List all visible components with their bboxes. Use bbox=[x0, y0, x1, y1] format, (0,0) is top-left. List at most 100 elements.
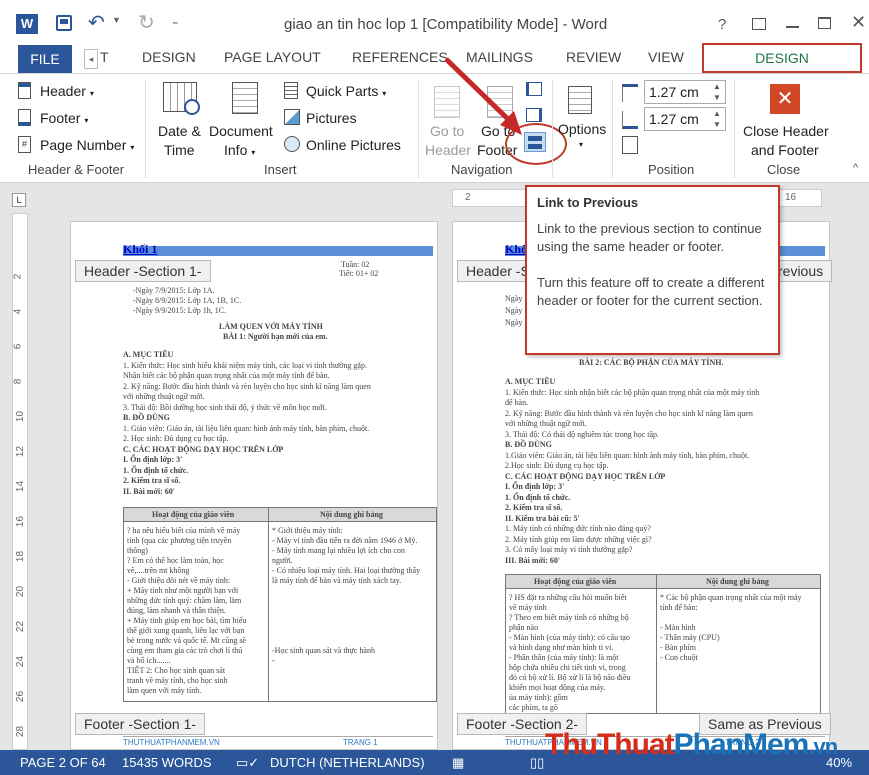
text-line: thế giới xung quanh, liên lạc với bạn bbox=[127, 626, 245, 635]
footer-position-icon bbox=[622, 111, 638, 129]
ruler-label: 2 bbox=[465, 192, 471, 203]
lesson-title: LÀM QUEN VỚI MÁY TÍNH bbox=[219, 322, 323, 331]
online-pictures-button[interactable]: Online Pictures bbox=[306, 137, 401, 153]
site-watermark: ThuThuatPhanMem.vn bbox=[545, 728, 838, 761]
text-line: B. ĐỒ DÙNG bbox=[505, 440, 552, 449]
text-line: 3. Thái độ: Có thái độ nghiêm túc trong … bbox=[505, 429, 660, 439]
text-line: TIẾT 2: Cho học sinh quan sát bbox=[127, 666, 226, 675]
tab-references[interactable]: REFERENCES bbox=[352, 49, 448, 65]
date-time-label-2[interactable]: Time bbox=[164, 142, 195, 158]
header-blue-bar bbox=[123, 246, 433, 256]
undo-dropdown-icon[interactable]: ▼ bbox=[112, 15, 121, 25]
close-icon[interactable]: ✕ bbox=[851, 12, 866, 33]
macro-icon[interactable]: ▦ bbox=[452, 755, 464, 771]
text-line: Ngày bbox=[505, 318, 523, 327]
group-separator bbox=[612, 80, 613, 178]
text-line: + Máy tính như một người bạn với bbox=[127, 586, 239, 595]
text-line: các phím, ta gõ bbox=[509, 703, 558, 712]
text-line: B. ĐỒ DÙNG bbox=[123, 413, 170, 422]
tab-page-layout[interactable]: PAGE LAYOUT bbox=[224, 49, 321, 65]
text-line: người. bbox=[272, 556, 293, 565]
tooltip-description: Link to the previous section to continue… bbox=[537, 221, 762, 254]
options-dropdown-icon[interactable]: ▾ bbox=[579, 140, 583, 149]
text-line: cùng em tham gia các trò chơi lí thú bbox=[127, 646, 243, 655]
minimize-icon[interactable] bbox=[786, 26, 799, 28]
footer-right-text: TRANG 1 bbox=[343, 738, 378, 747]
document-info-label-2[interactable]: Info ▾ bbox=[224, 142, 255, 158]
ruler-corner: L bbox=[12, 193, 26, 207]
maximize-icon[interactable] bbox=[818, 17, 831, 29]
word-count[interactable]: 15435 WORDS bbox=[122, 755, 212, 770]
text-line: đó có bộ xử lí. Bộ xử lí là bộ não điều bbox=[509, 673, 631, 682]
text-line: và bổ ích....... bbox=[127, 656, 171, 665]
period-text: Tiết: 01+ 02 bbox=[339, 269, 379, 278]
text-line: II. Bài mới: 60' bbox=[123, 486, 175, 496]
text-line: - Máy tính mang lại nhiều lợi ích cho co… bbox=[272, 546, 405, 555]
help-button[interactable]: ? bbox=[718, 16, 726, 33]
close-header-footer-label-2[interactable]: and Footer bbox=[751, 142, 819, 158]
proofing-icon[interactable]: ▭✓ bbox=[236, 755, 259, 771]
page-number-button[interactable]: Page Number ▾ bbox=[40, 137, 134, 153]
text-line: 3. Có mấy loại máy vi tính thường gặp? bbox=[505, 545, 633, 554]
text-line: hộp chứa nhiều chi tiết tinh vi, trong bbox=[509, 663, 626, 672]
ribbon: Header ▾ Footer ▾ # Page Number ▾ Header… bbox=[0, 73, 869, 183]
tab-partial[interactable]: T bbox=[100, 49, 109, 65]
text-line: * Giới thiệu máy tính: bbox=[272, 526, 343, 535]
insert-alignment-tab-icon[interactable] bbox=[622, 136, 638, 154]
ruler-label: 8 bbox=[12, 378, 24, 385]
close-header-footer-label-1[interactable]: Close Header bbox=[743, 123, 829, 139]
tab-review[interactable]: REVIEW bbox=[566, 49, 621, 65]
pictures-button[interactable]: Pictures bbox=[306, 110, 357, 126]
close-header-footer-icon[interactable]: ✕ bbox=[770, 84, 800, 114]
group-label-navigation: Navigation bbox=[451, 162, 513, 177]
collapse-ribbon-icon[interactable]: ^ bbox=[853, 162, 858, 174]
undo-icon[interactable]: ↶ bbox=[88, 10, 105, 35]
text-line: 2. Kiểm tra sĩ số. bbox=[505, 503, 563, 512]
ruler-label: 22 bbox=[15, 620, 27, 633]
save-icon[interactable] bbox=[56, 15, 72, 31]
ruler-label: 20 bbox=[15, 585, 27, 598]
text-line: và hình dạng như màn hình ti vi. bbox=[509, 643, 614, 652]
text-line: làm quen với máy tính. bbox=[127, 686, 202, 695]
tab-scroll-left-icon[interactable]: ◂ bbox=[84, 49, 98, 69]
tab-file[interactable]: FILE bbox=[18, 45, 72, 73]
page-1[interactable]: Khối 1 Header -Section 1- Tuần: 02 Tiết:… bbox=[70, 221, 438, 750]
lesson-subtitle: BÀI 2: CÁC BỘ PHẬN CỦA MÁY TÍNH. bbox=[579, 358, 724, 367]
text-line: A. MỤC TIÊU bbox=[123, 350, 174, 359]
footer-position-spinner[interactable]: ▲ ▼ bbox=[713, 108, 721, 130]
tab-design[interactable]: DESIGN bbox=[142, 49, 196, 65]
text-line: Ngày bbox=[505, 294, 523, 303]
tab-view[interactable]: VIEW bbox=[648, 49, 684, 65]
footer-button[interactable]: Footer ▾ bbox=[40, 110, 88, 126]
text-line: A. MỤC TIÊU bbox=[505, 377, 556, 386]
text-line: ? ha nêu hiểu biết của mình về máy bbox=[127, 526, 241, 535]
header-button[interactable]: Header ▾ bbox=[40, 83, 94, 99]
page-count[interactable]: PAGE 2 OF 64 bbox=[20, 755, 106, 770]
group-separator bbox=[418, 80, 419, 178]
text-line: 1. Kiến thức: Học sinh nhận biết các bộ … bbox=[505, 387, 760, 397]
group-label-position: Position bbox=[648, 162, 695, 177]
date-time-icon bbox=[163, 82, 200, 115]
ruler-label: 24 bbox=[15, 655, 27, 668]
footer-left-text: THUTHUATPHANMEM.VN bbox=[123, 738, 220, 747]
quick-parts-button[interactable]: Quick Parts ▾ bbox=[306, 83, 386, 99]
document-info-label-1[interactable]: Document bbox=[209, 123, 273, 139]
ruler-label: 28 bbox=[15, 725, 27, 738]
text-line: -Ngày 8/9/2015: Lớp 1A, 1B, 1C. bbox=[133, 296, 242, 305]
group-label-insert: Insert bbox=[264, 162, 297, 177]
redo-icon[interactable]: ↻ bbox=[138, 10, 155, 35]
text-line: - Bàn phím bbox=[660, 643, 696, 652]
date-time-label-1[interactable]: Date & bbox=[158, 123, 201, 139]
ribbon-display-icon[interactable] bbox=[752, 18, 766, 30]
language-indicator[interactable]: DUTCH (NETHERLANDS) bbox=[270, 755, 425, 770]
header-position-spinner[interactable]: ▲ ▼ bbox=[713, 81, 721, 103]
customize-qat-icon[interactable]: ₌ bbox=[172, 14, 178, 28]
word-icon: W bbox=[16, 14, 38, 34]
tab-contextual-design[interactable]: DESIGN bbox=[702, 43, 862, 73]
text-line: những đức tính quý: chăm làm, làm bbox=[127, 596, 242, 605]
read-mode-icon[interactable]: ▯▯ bbox=[530, 755, 544, 771]
options-button[interactable]: Options bbox=[558, 121, 606, 137]
lesson-subtitle: BÀI 1: Người bạn mới của em. bbox=[223, 332, 328, 341]
footer-rule bbox=[123, 736, 433, 737]
header-position-icon bbox=[622, 84, 638, 102]
